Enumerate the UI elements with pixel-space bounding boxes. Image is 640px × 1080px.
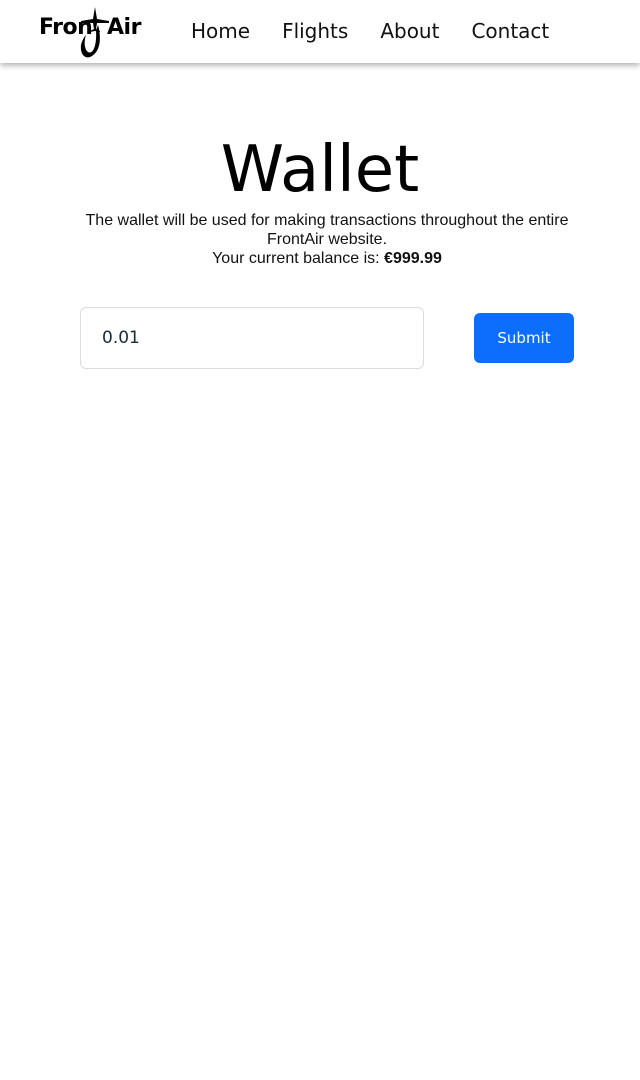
balance-line: Your current balance is: €999.99 [80, 249, 574, 268]
nav-link-about[interactable]: About [380, 16, 439, 46]
balance-label: Your current balance is: [212, 250, 385, 267]
wallet-description: The wallet will be used for making trans… [80, 211, 574, 268]
nav-link-home[interactable]: Home [191, 16, 250, 46]
amount-input[interactable] [80, 307, 424, 369]
wallet-description-text: The wallet will be used for making trans… [85, 212, 569, 248]
top-navbar: Fron Air Home Flights About Contact [0, 0, 640, 63]
submit-button[interactable]: Submit [474, 313, 574, 363]
balance-value: €999.99 [384, 250, 442, 267]
nav-link-flights[interactable]: Flights [282, 16, 348, 46]
nav-link-contact[interactable]: Contact [471, 16, 549, 46]
page-title: Wallet [220, 133, 420, 207]
frontair-logo[interactable]: Fron Air [38, 5, 146, 59]
nav-links: Home Flights About Contact [191, 16, 581, 46]
logo-text-right: Air [107, 15, 141, 40]
